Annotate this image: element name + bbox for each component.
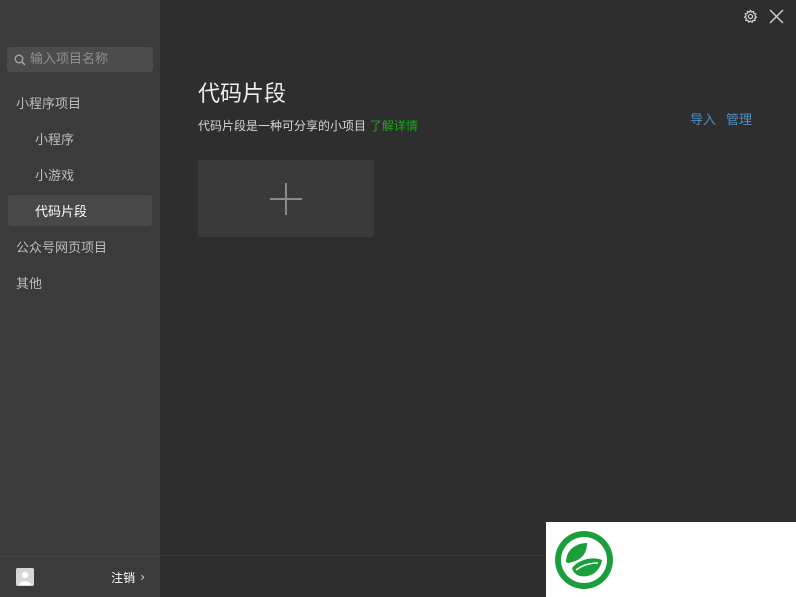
sidebar-item-minigame[interactable]: 小游戏: [8, 159, 152, 190]
learn-more-link[interactable]: 了解详情: [370, 119, 418, 133]
sidebar-item-official-account-web[interactable]: 公众号网页项目: [8, 231, 152, 262]
sidebar-item-label: 小程序项目: [16, 97, 82, 112]
sidebar-item-miniprogram[interactable]: 小程序: [8, 123, 152, 154]
leaf-logo-icon: [555, 531, 613, 589]
sidebar-item-label: 小游戏: [35, 169, 75, 184]
logout-button[interactable]: 注销 ›: [111, 557, 145, 597]
sidebar-item-other[interactable]: 其他: [8, 267, 152, 298]
app-window: 小程序项目 小程序 小游戏 代码片段 公众号网页项目 其他: [0, 0, 796, 597]
sidebar-item-code-snippets[interactable]: 代码片段: [8, 195, 152, 226]
logout-label: 注销: [111, 570, 136, 585]
description-text: 代码片段是一种可分享的小项目: [198, 119, 367, 133]
watermark: [546, 522, 796, 597]
user-icon: [16, 568, 34, 586]
chevron-right-icon: ›: [140, 570, 145, 584]
manage-button[interactable]: 管理: [726, 109, 752, 128]
page-title: 代码片段: [198, 82, 287, 107]
header-actions: 导入 管理: [690, 109, 752, 128]
sidebar-item-miniprogram-projects[interactable]: 小程序项目: [8, 87, 152, 118]
sidebar-item-label: 其他: [16, 277, 43, 292]
sidebar-item-label: 公众号网页项目: [16, 241, 108, 256]
avatar[interactable]: [16, 568, 34, 586]
sidebar-footer: 注销 ›: [0, 556, 160, 597]
plus-icon: [270, 182, 302, 215]
sidebar-item-label: 代码片段: [35, 205, 88, 220]
add-snippet-button[interactable]: [198, 160, 374, 237]
import-button[interactable]: 导入: [690, 109, 716, 128]
search-box[interactable]: [7, 47, 153, 72]
close-icon[interactable]: [769, 9, 784, 24]
search-icon: [14, 54, 26, 65]
sidebar: 小程序项目 小程序 小游戏 代码片段 公众号网页项目 其他: [0, 0, 160, 597]
gear-icon[interactable]: [743, 9, 758, 24]
sidebar-item-label: 小程序: [35, 133, 75, 148]
page-description: 代码片段是一种可分享的小项目 了解详情: [198, 117, 418, 134]
search-input[interactable]: [30, 52, 145, 67]
main-panel: 代码片段 代码片段是一种可分享的小项目 了解详情 导入 管理: [160, 0, 796, 597]
